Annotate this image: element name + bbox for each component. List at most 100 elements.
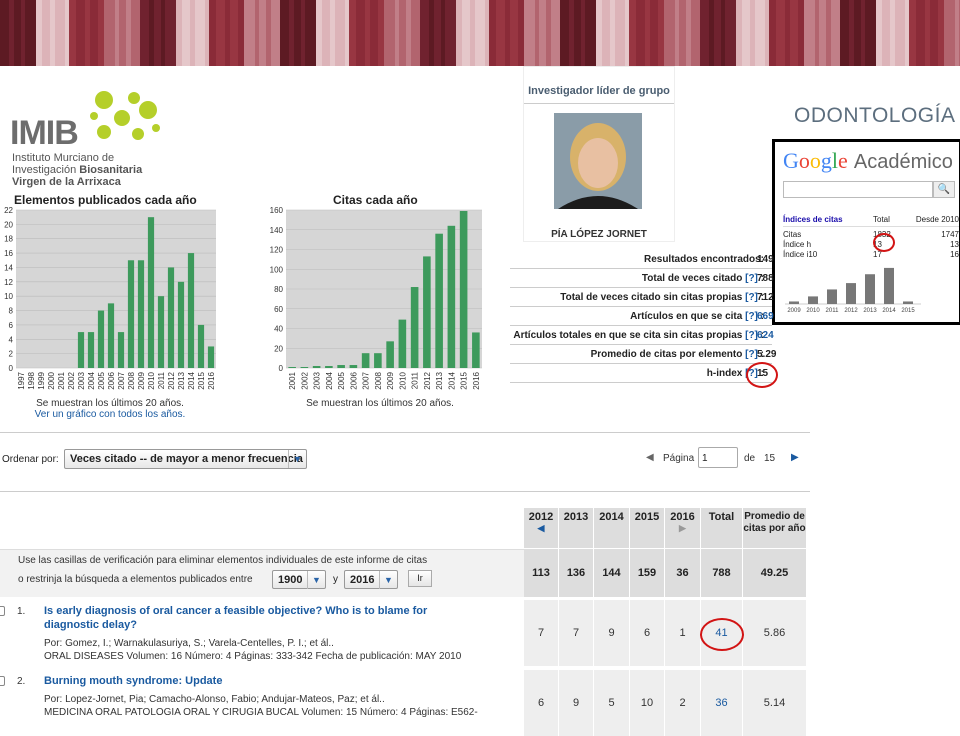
scholar-chart-xtick-label: 2014 xyxy=(882,308,896,314)
total-cell: 159 xyxy=(630,549,665,597)
chart1-xtick-label: 2002 xyxy=(67,371,76,389)
scholar-header-index[interactable]: Índices de citas xyxy=(783,215,873,224)
chart2-bar xyxy=(361,353,370,368)
chart1-ytick-label: 14 xyxy=(4,263,13,272)
logo-molecule-icon xyxy=(90,91,160,140)
stat-row: Resultados encontrados: xyxy=(510,250,772,269)
scholar-header-total: Total xyxy=(873,215,890,224)
year-cell: 5.14 xyxy=(743,670,807,736)
scholar-row: Índice h 13 13 xyxy=(783,240,959,249)
year-cell: 7 xyxy=(559,600,594,666)
chart1-bar xyxy=(147,217,155,368)
from-year-select[interactable]: 1900 ▼ xyxy=(272,570,326,589)
chart1-bar xyxy=(87,332,95,368)
scholar-search-button[interactable]: 🔍 xyxy=(933,181,955,198)
chart2-xtick-label: 2016 xyxy=(472,371,481,389)
article-source: MEDICINA ORAL PATOLOGIA ORAL Y CIRUGIA B… xyxy=(44,707,478,718)
stat-row: Artículos totales en que se cita sin cit… xyxy=(510,326,772,345)
chart2-ytick-label: 0 xyxy=(279,364,284,373)
chart2-xtick-label: 2010 xyxy=(398,371,407,389)
chart1-xtick-label: 2009 xyxy=(137,371,146,389)
sort-select[interactable]: Veces citado -- de mayor a menor frecuen… xyxy=(64,449,307,469)
help-link[interactable]: [?] xyxy=(745,349,758,360)
stat-value[interactable]: 669 xyxy=(757,307,812,326)
chart1-ytick-label: 22 xyxy=(4,206,13,215)
scholar-logo: Google Académico xyxy=(783,148,953,174)
h-index-scholar-highlight xyxy=(873,233,895,252)
chart1-ytick-label: 18 xyxy=(4,235,13,244)
stat-row: Total de veces citado sin citas propias … xyxy=(510,288,772,307)
column-header[interactable]: 2015 xyxy=(630,508,665,548)
chart1-bar xyxy=(97,310,105,368)
row-checkbox[interactable] xyxy=(0,676,5,686)
header-banner xyxy=(0,0,960,66)
chart2-xtick-label: 2005 xyxy=(337,371,346,389)
column-header[interactable]: 2013 xyxy=(559,508,594,548)
chart2-bar xyxy=(312,366,321,368)
page-of-label: de xyxy=(744,453,756,464)
prev-years-icon[interactable]: ◀ xyxy=(524,523,558,534)
article-title[interactable]: Is early diagnosis of oral cancer a feas… xyxy=(44,605,427,617)
help-link[interactable]: [?] xyxy=(745,311,758,322)
chart1-xtick-label: 2006 xyxy=(107,371,116,389)
investigator-card: Investigador líder de grupo PÍA LÓPEZ JO… xyxy=(523,66,675,242)
go-button[interactable]: Ir xyxy=(408,570,432,587)
stat-row: Artículos en que se cita [?] : xyxy=(510,307,772,326)
year-cell[interactable]: 36 xyxy=(701,670,743,736)
chart1-bar xyxy=(187,253,195,368)
stat-label: Artículos totales en que se cita sin cit… xyxy=(513,330,746,341)
stat-value[interactable]: 624 xyxy=(757,326,812,345)
page-input[interactable]: 1 xyxy=(698,447,738,468)
next-years-icon[interactable]: ▶ xyxy=(665,523,700,534)
chart1-ytick-label: 2 xyxy=(9,350,14,359)
to-year-select[interactable]: 2016 ▼ xyxy=(344,570,398,589)
stat-label: Resultados encontrados: xyxy=(643,254,764,265)
year-cell: 9 xyxy=(594,600,630,666)
stat-value: 5.29 xyxy=(757,349,777,360)
scholar-chart-xtick-label: 2011 xyxy=(826,308,840,314)
chart1-bar xyxy=(177,281,185,368)
chart1-ytick-label: 0 xyxy=(9,364,14,373)
help-link[interactable]: [?] xyxy=(745,330,758,341)
chart1-bar xyxy=(117,332,125,368)
row-number: 2. xyxy=(17,676,26,687)
chart1-bar xyxy=(207,346,215,368)
column-header[interactable]: 2014 xyxy=(594,508,630,548)
help-link[interactable]: [?] xyxy=(745,273,758,284)
help-link[interactable]: [?] xyxy=(745,292,758,303)
chart2-ytick-label: 160 xyxy=(270,206,284,215)
chart1-xtick-label: 2004 xyxy=(87,371,96,389)
chart1-xtick-label: 2000 xyxy=(47,371,56,389)
chart2-xtick-label: 2006 xyxy=(349,371,358,389)
chart1-note: Se muestran los últimos 20 años. xyxy=(36,398,184,409)
chart2-bar xyxy=(472,332,480,368)
column-header[interactable]: 2012 ◀ xyxy=(524,508,559,548)
column-header[interactable]: 2016 ▶ xyxy=(665,508,701,548)
chart2-xtick-label: 2002 xyxy=(300,371,309,389)
chart2-ytick-label: 100 xyxy=(270,265,284,274)
row-checkbox[interactable] xyxy=(0,606,5,616)
chart2-xtick-label: 2013 xyxy=(435,371,444,389)
chart1-ytick-label: 4 xyxy=(9,335,14,344)
year-cell: 9 xyxy=(559,670,594,736)
chart2-xtick-label: 2014 xyxy=(447,371,456,389)
chart1-xtick-label: 2010 xyxy=(147,371,156,389)
prev-page-button[interactable]: ◀ xyxy=(646,452,654,463)
chart2-bar xyxy=(337,365,345,368)
total-cell: 36 xyxy=(665,549,701,597)
stat-value: 788 xyxy=(757,273,774,284)
article-title-cont[interactable]: diagnostic delay? xyxy=(44,619,137,631)
chart1-ytick-label: 8 xyxy=(9,307,14,316)
article-title[interactable]: Burning mouth syndrome: Update xyxy=(44,675,222,687)
chart1-ytick-label: 12 xyxy=(4,278,13,287)
chart1-ytick-label: 10 xyxy=(4,292,13,301)
investigator-photo xyxy=(554,113,642,209)
article-authors: Por: Gomez, I.; Warnakulasuriya, S.; Var… xyxy=(44,638,334,649)
chart1-all-years-link[interactable]: Ver un gráfico con todos los años. xyxy=(0,409,220,420)
next-page-button[interactable]: ▶ xyxy=(791,452,799,463)
scholar-chart-xtick-label: 2013 xyxy=(863,308,877,314)
scholar-search-input[interactable] xyxy=(783,181,933,198)
stat-value: 712 xyxy=(757,292,774,303)
article-authors: Por: Lopez-Jornet, Pia; Camacho-Alonso, … xyxy=(44,694,385,705)
stat-row: h-index [?] : xyxy=(510,364,772,383)
